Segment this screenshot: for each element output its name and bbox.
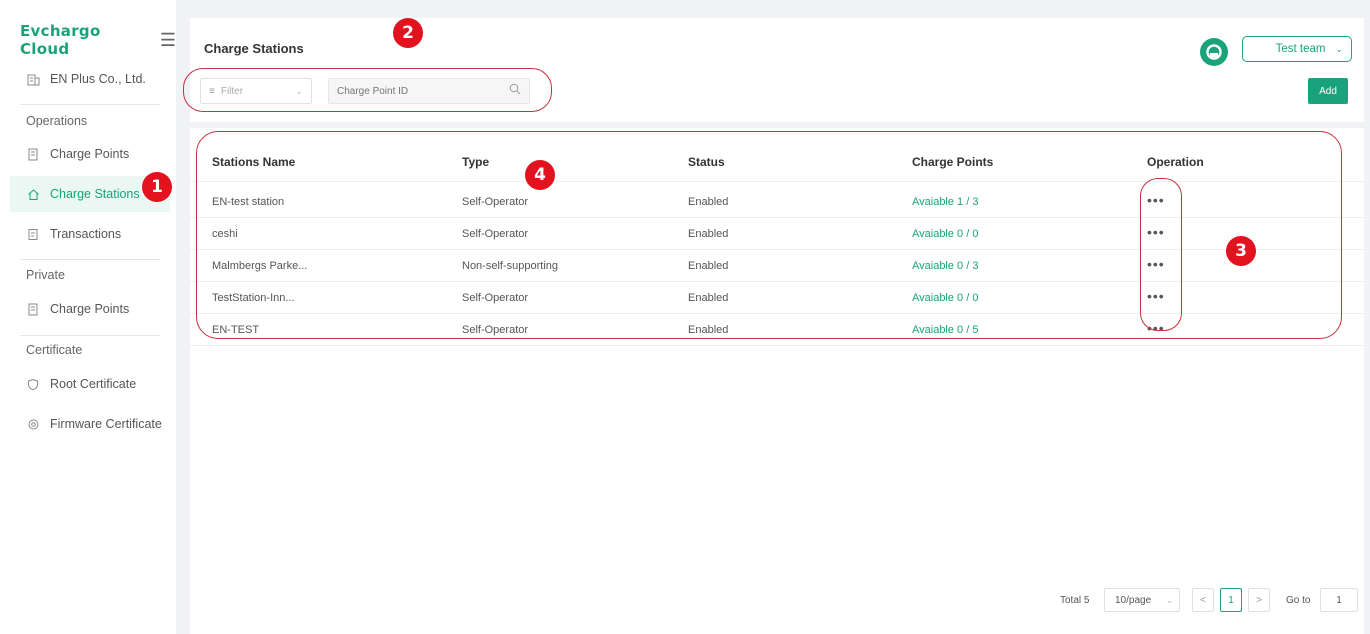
sidebar-section-certificate: Certificate <box>26 343 83 357</box>
chevron-down-icon: ⌄ <box>1335 43 1343 54</box>
sidebar-item-label: Charge Points <box>50 147 130 161</box>
page-size-select[interactable]: 10/page ⌄ <box>1104 588 1180 612</box>
sidebar-item-label: Transactions <box>50 227 122 241</box>
charger-icon <box>26 302 40 316</box>
chevron-down-icon: ⌄ <box>1166 595 1173 605</box>
receipt-icon <box>26 227 40 241</box>
goto-label: Go to <box>1286 595 1311 606</box>
sidebar-company-label: EN Plus Co., Ltd. <box>50 72 146 86</box>
app-window: Evchargo Cloud ☰ EN Plus Co., Ltd. Opera… <box>0 0 1370 634</box>
annotation-badge-3: 3 <box>1226 236 1256 266</box>
sidebar-section-private: Private <box>26 268 65 282</box>
home-icon <box>26 187 40 201</box>
sidebar-divider <box>20 335 160 336</box>
sidebar-company[interactable]: EN Plus Co., Ltd. <box>26 72 146 86</box>
sidebar-divider <box>20 259 160 260</box>
next-page-button[interactable]: > <box>1248 588 1270 612</box>
building-icon <box>26 72 40 86</box>
sidebar-item-charge-stations[interactable]: Charge Stations <box>26 187 140 201</box>
sidebar-item-label: Charge Stations <box>50 187 140 201</box>
annotation-badge-1: 1 <box>142 172 172 202</box>
sidebar: Evchargo Cloud ☰ EN Plus Co., Ltd. Opera… <box>0 0 176 634</box>
page-title: Charge Stations <box>204 41 304 56</box>
annotation-ring-operation <box>1140 178 1182 331</box>
sidebar-item-firmware-certificate[interactable]: Firmware Certificate <box>26 417 162 431</box>
sidebar-item-charge-points[interactable]: Charge Points <box>26 147 129 161</box>
team-select[interactable]: Test team ⌄ <box>1242 36 1352 62</box>
sidebar-item-root-certificate[interactable]: Root Certificate <box>26 377 136 391</box>
sidebar-item-private-charge-points[interactable]: Charge Points <box>26 302 129 316</box>
page-size-value: 10/page <box>1115 594 1152 606</box>
annotation-ring-search <box>183 68 552 112</box>
sidebar-item-label: Charge Points <box>50 302 130 316</box>
brand: Evchargo Cloud ☰ <box>20 22 176 58</box>
pagination: Total 5 10/page ⌄ < 1 > Go to 1 <box>190 588 1364 614</box>
sidebar-section-operations: Operations <box>26 114 88 128</box>
sidebar-item-label: Firmware Certificate <box>50 417 162 431</box>
brand-logo: Evchargo Cloud <box>20 22 101 58</box>
sidebar-item-label: Root Certificate <box>50 377 137 391</box>
pagination-total: Total 5 <box>1060 595 1090 606</box>
team-select-value: Test team <box>1275 43 1326 55</box>
charger-icon <box>26 147 40 161</box>
prev-page-button[interactable]: < <box>1192 588 1214 612</box>
add-button[interactable]: Add <box>1308 78 1348 104</box>
sidebar-item-transactions[interactable]: Transactions <box>26 227 121 241</box>
shield-icon <box>26 377 40 391</box>
hamburger-menu-icon[interactable]: ☰ <box>160 31 176 49</box>
gear-icon <box>26 417 40 431</box>
user-avatar-icon[interactable] <box>1200 38 1228 66</box>
annotation-badge-2: 2 <box>393 18 423 48</box>
annotation-badge-4: 4 <box>525 160 555 190</box>
page-1-button[interactable]: 1 <box>1220 588 1242 612</box>
goto-page-input[interactable]: 1 <box>1320 588 1358 612</box>
sidebar-divider <box>20 104 160 105</box>
